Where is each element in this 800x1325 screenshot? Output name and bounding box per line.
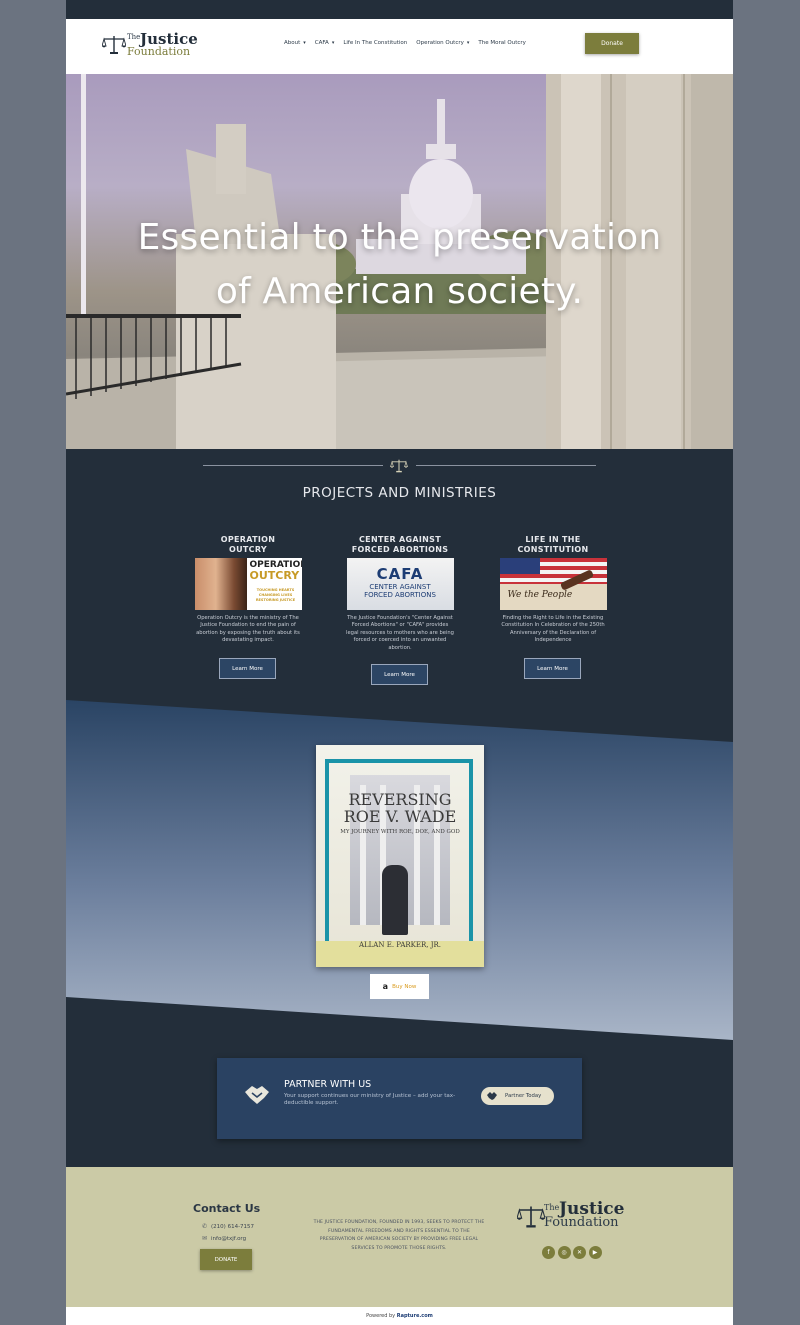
partner-button-label: Partner Today (505, 1093, 542, 1099)
logo-foundation: Foundation (127, 45, 191, 58)
card-image-title: We the People (507, 590, 573, 600)
project-card-cafa: CENTER AGAINST FORCED ABORTIONS CAFA CEN… (345, 535, 455, 652)
logo-the: The (544, 1203, 560, 1212)
facebook-icon[interactable]: f (542, 1246, 555, 1259)
instagram-icon[interactable]: ◎ (557, 1246, 571, 1259)
youtube-icon[interactable]: ▶ (588, 1246, 602, 1259)
card-image-tagline: TOUCHING HEARTS CHANGING LIVES RESTORING… (255, 588, 296, 602)
card-title: LIFE IN THE CONSTITUTION (498, 535, 608, 555)
book-title-line1: REVERSING (348, 790, 452, 809)
partner-box: PARTNER WITH US Your support continues o… (217, 1058, 582, 1139)
card-title-line2: OUTCRY (229, 545, 267, 554)
book-author: ALLAN E. PARKER, JR. (358, 941, 442, 949)
buy-now-button[interactable]: a Buy Now (370, 974, 429, 999)
partner-text: Your support continues our ministry of J… (284, 1093, 456, 1107)
email-icon: ✉ (202, 1235, 208, 1242)
powered-by-prefix: Powered by (366, 1313, 396, 1319)
donate-button[interactable]: Donate (585, 33, 639, 54)
logo-the: The (127, 33, 141, 41)
partner-today-button[interactable]: Partner Today (481, 1087, 554, 1105)
book-title-line2: ROE V. WADE (343, 807, 457, 826)
nav-item-operation-outcry[interactable]: Operation Outcry ▾ (416, 40, 469, 46)
card-title-line2: CONSTITUTION (517, 545, 589, 554)
card-description: Finding the Right to Life in the Existin… (501, 615, 605, 644)
learn-more-button-operation-outcry[interactable]: Learn More (219, 658, 276, 679)
nav-item-cafa[interactable]: CAFA ▾ (315, 40, 335, 46)
nav-item-life-in-the-constitution[interactable]: Life In The Constitution (343, 40, 407, 46)
hero-headline-line2: of American society. (215, 271, 584, 312)
scales-of-justice-icon (390, 459, 408, 473)
project-card-operation-outcry: OPERATION OUTCRY OPERATION OUTCRY TOUCHI… (193, 535, 303, 645)
scales-of-justice-icon (517, 1206, 545, 1228)
card-title-line1: OPERATION (220, 535, 276, 544)
footer-blurb: THE JUSTICE FOUNDATION, FOUNDED IN 1993,… (313, 1220, 485, 1251)
contact-phone[interactable]: ✆ (210) 614-7157 (202, 1223, 254, 1230)
buy-now-label: Buy Now (392, 983, 417, 990)
nav-item-moral-outcry[interactable]: The Moral Outcry (478, 40, 526, 46)
chevron-down-icon: ▾ (466, 40, 470, 46)
book-frame (325, 759, 473, 951)
nav-label: Operation Outcry (416, 40, 464, 46)
chevron-down-icon: ▾ (331, 40, 335, 46)
top-bar (66, 0, 733, 19)
nav-label: The Moral Outcry (478, 40, 526, 46)
divider-right (416, 465, 596, 466)
hero-headline: Essential to the preservation of America… (66, 211, 733, 319)
nav-item-about[interactable]: About ▾ (284, 40, 306, 46)
x-icon[interactable]: ✕ (573, 1246, 586, 1259)
powered-by-brand[interactable]: Rapture.com (397, 1313, 433, 1319)
contact-email[interactable]: ✉ info@txjf.org (202, 1235, 246, 1242)
operation-outcry-image[interactable]: OPERATION OUTCRY TOUCHING HEARTS CHANGIN… (194, 558, 302, 610)
card-image-title2: OUTCRY (249, 569, 300, 582)
women-faces-image (194, 558, 247, 610)
handshake-icon (245, 1086, 269, 1104)
nav-label: Life In The Constitution (343, 40, 408, 46)
card-title: CENTER AGAINST FORCED ABORTIONS (345, 535, 455, 555)
card-title: OPERATION OUTCRY (193, 535, 303, 555)
chevron-down-icon: ▾ (303, 40, 306, 46)
hero-banner: Essential to the preservation of America… (66, 74, 733, 449)
site-footer: Contact Us ✆ (210) 614-7157 ✉ info@txjf.… (66, 1167, 733, 1307)
scales-of-justice-icon (102, 36, 126, 54)
phone-number: (210) 614-7157 (211, 1223, 255, 1230)
book-section: REVERSING ROE V. WADE MY JOURNEY WITH RO… (66, 700, 733, 1040)
project-card-life-in-the-constitution: LIFE IN THE CONSTITUTION We the People F… (498, 535, 608, 645)
constitution-image[interactable]: We the People (499, 558, 607, 610)
card-description: The Justice Foundation's "Center Against… (346, 615, 454, 651)
site-header: The Justice Foundation About ▾ CAFA ▾ Life… (66, 19, 733, 74)
card-image-title: CAFA (376, 565, 424, 583)
card-description: Operation Outcry is the ministry of The … (196, 615, 300, 644)
card-title-line2: FORCED ABORTIONS (351, 545, 449, 554)
learn-more-button-cafa[interactable]: Learn More (371, 664, 428, 685)
flag-canton (499, 558, 540, 574)
learn-more-button-life-in-the-constitution[interactable]: Learn More (524, 658, 581, 679)
card-image-title2: CENTER AGAINST (369, 583, 431, 591)
page: The Justice Foundation About ▾ CAFA ▾ Life… (66, 0, 733, 1325)
book-cover[interactable]: REVERSING ROE V. WADE MY JOURNEY WITH RO… (316, 745, 484, 967)
divider-left (203, 465, 383, 466)
footer-donate-button[interactable]: DONATE (200, 1249, 252, 1270)
email-address: info@txjf.org (211, 1235, 247, 1242)
book-subtitle: MY JOURNEY WITH ROE, DOE, AND GOD (340, 829, 460, 835)
nav-label: About (284, 40, 301, 46)
footer-logo[interactable]: The Justice Foundation (515, 1199, 635, 1234)
social-links: f ◎ ✕ ▶ (542, 1246, 602, 1259)
hero-headline-line1: Essential to the preservation (137, 217, 662, 258)
logo-foundation: Foundation (544, 1215, 619, 1230)
amazon-icon: a (382, 982, 389, 991)
site-logo[interactable]: The Justice Foundation (102, 30, 212, 62)
card-title-line1: LIFE IN THE (525, 535, 581, 544)
card-title-line1: CENTER AGAINST (359, 535, 441, 544)
contact-title: Contact Us (193, 1202, 261, 1215)
card-image-tagline: FORCED ABORTIONS (364, 591, 436, 599)
powered-by-bar: Powered by Rapture.com (66, 1307, 733, 1325)
cafa-image[interactable]: CAFA CENTER AGAINST FORCED ABORTIONS (346, 558, 454, 610)
projects-title: PROJECTS AND MINISTRIES (302, 485, 497, 501)
handshake-icon (487, 1092, 497, 1100)
phone-icon: ✆ (202, 1223, 208, 1230)
main-nav: About ▾ CAFA ▾ Life In The Constitution Op… (284, 40, 526, 46)
projects-section: PROJECTS AND MINISTRIES OPERATION OUTCRY… (66, 449, 733, 704)
nav-label: CAFA (314, 40, 329, 46)
partner-title: PARTNER WITH US (284, 1079, 372, 1090)
